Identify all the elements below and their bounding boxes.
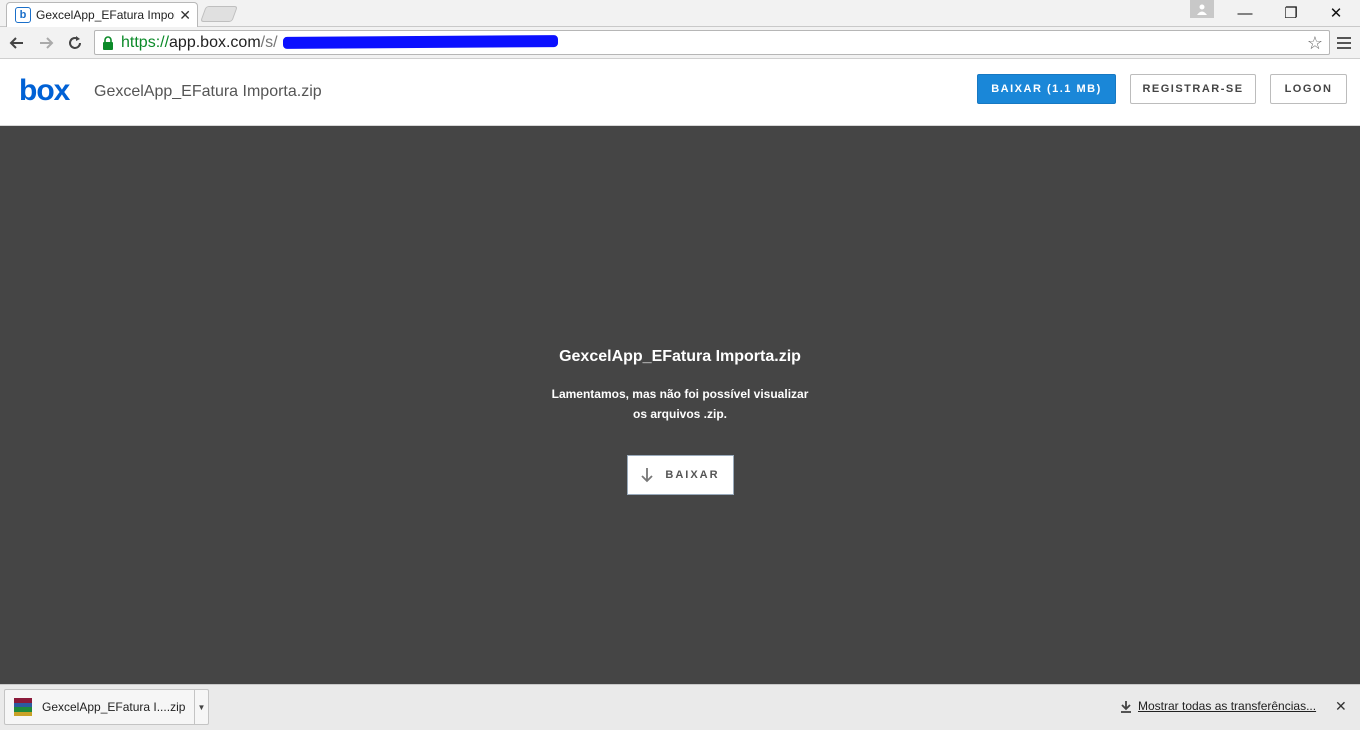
header-file-name: GexcelApp_EFatura Importa.zip — [94, 83, 322, 100]
preview-title: GexcelApp_EFatura Importa.zip — [559, 348, 801, 365]
url-host: app.box.com — [169, 33, 261, 51]
download-item-name: GexcelApp_EFatura I....zip — [42, 700, 186, 714]
url-path: /s/ — [260, 33, 278, 51]
close-window-icon[interactable]: ✕ — [1313, 0, 1359, 26]
url-scheme: https:// — [121, 33, 170, 51]
minimize-window-icon[interactable]: — — [1222, 0, 1268, 26]
preview-download-button[interactable]: BAIXAR — [627, 455, 734, 495]
restore-window-icon[interactable]: ❐ — [1268, 0, 1314, 26]
url-redaction — [282, 35, 559, 49]
chevron-down-icon[interactable]: ▼ — [194, 690, 208, 724]
preview-message: Lamentamos, mas não foi possível visuali… — [530, 384, 830, 424]
close-shelf-icon[interactable]: ✕ — [1335, 698, 1347, 715]
preview-area: GexcelApp_EFatura Importa.zip Lamentamos… — [0, 126, 1360, 684]
forward-arrow-icon[interactable] — [35, 32, 57, 54]
preview-message-line2: os arquivos .zip. — [632, 407, 728, 421]
lock-icon — [99, 34, 117, 52]
reload-icon[interactable] — [64, 32, 86, 54]
box-header: box GexcelApp_EFatura Importa.zip BAIXAR… — [0, 60, 1360, 126]
download-item[interactable]: GexcelApp_EFatura I....zip ▼ — [4, 689, 209, 725]
browser-toolbar: https:// app.box.com /s/ ☆ — [0, 27, 1360, 59]
download-button[interactable]: BAIXAR (1.1 MB) — [977, 74, 1116, 104]
back-arrow-icon[interactable] — [6, 32, 28, 54]
box-favicon-icon: b — [15, 7, 31, 23]
browser-titlebar: b GexcelApp_EFatura Import ✕ — ❐ ✕ — [0, 0, 1360, 27]
download-shelf: GexcelApp_EFatura I....zip ▼ Mostrar tod… — [0, 684, 1360, 730]
menu-icon[interactable] — [1334, 32, 1354, 54]
winrar-archive-icon — [14, 698, 32, 716]
new-tab-button[interactable] — [200, 6, 238, 22]
address-bar[interactable]: https:// app.box.com /s/ ☆ — [94, 30, 1330, 55]
preview-download-label: BAIXAR — [665, 469, 720, 481]
star-icon[interactable]: ☆ — [1307, 33, 1323, 54]
tab-title: GexcelApp_EFatura Import — [36, 8, 176, 22]
register-button[interactable]: REGISTRAR-SE — [1130, 74, 1256, 104]
download-arrow-icon — [641, 468, 654, 483]
logon-button[interactable]: LOGON — [1270, 74, 1347, 104]
download-arrow-icon — [1121, 700, 1131, 713]
tab-close-icon[interactable]: ✕ — [179, 8, 191, 22]
preview-message-line1: Lamentamos, mas não foi possível visuali… — [551, 387, 809, 401]
box-logo[interactable]: box — [19, 74, 70, 108]
show-all-downloads-label: Mostrar todas as transferências... — [1138, 699, 1317, 713]
browser-tab[interactable]: b GexcelApp_EFatura Import ✕ — [6, 2, 198, 27]
profile-icon[interactable] — [1190, 0, 1214, 18]
show-all-downloads-link[interactable]: Mostrar todas as transferências... — [1120, 699, 1316, 713]
